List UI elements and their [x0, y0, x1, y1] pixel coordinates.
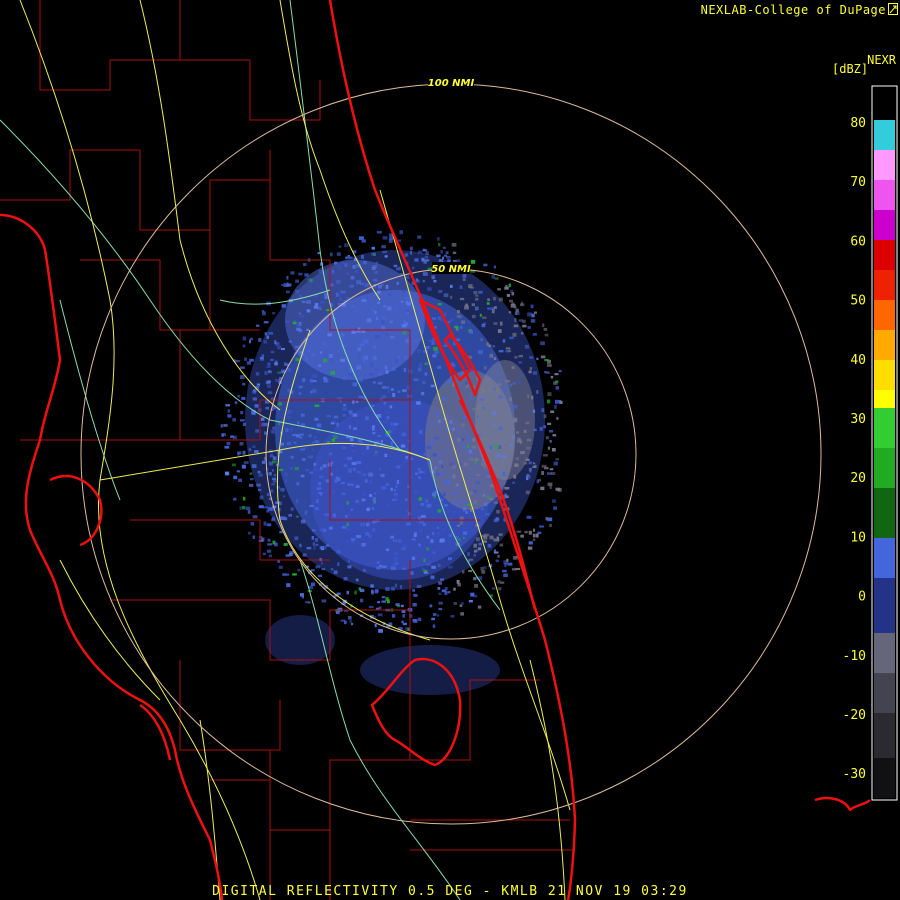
colorbar-tick-label: 10 — [850, 530, 866, 545]
radar-map: 100 NMI 50 NMI 80706050403020100-10-20-3… — [0, 0, 900, 900]
colorbar-tick-label: 70 — [850, 175, 866, 190]
colorbar-tick-label: 30 — [850, 412, 866, 427]
credit-text: NEXLAB-College of DuPage — [700, 3, 886, 17]
range-ring-50-label: 50 NMI — [431, 264, 471, 275]
colorbar-tick-label: 80 — [850, 116, 866, 131]
colorbar-tick-label: 60 — [850, 234, 866, 249]
range-ring-100-label: 100 NMI — [428, 78, 475, 89]
colorbar-tick-label: -10 — [843, 649, 866, 664]
colorbar-tick-label: -30 — [843, 767, 866, 782]
product-label: NEXR — [867, 53, 896, 67]
colorbar-tick-label: 20 — [850, 471, 866, 486]
product-caption: DIGITAL REFLECTIVITY 0.5 DEG - KMLB 21 N… — [212, 884, 688, 899]
colorbar-tick-label: 0 — [858, 590, 866, 605]
colorbar-tick-label: 40 — [850, 353, 866, 368]
colorbar-tick-label: -20 — [843, 708, 866, 723]
corner-arrow-icon — [888, 3, 898, 15]
colorbar-tick-label: 50 — [850, 294, 866, 309]
unit-label: [dBZ] — [832, 62, 869, 76]
